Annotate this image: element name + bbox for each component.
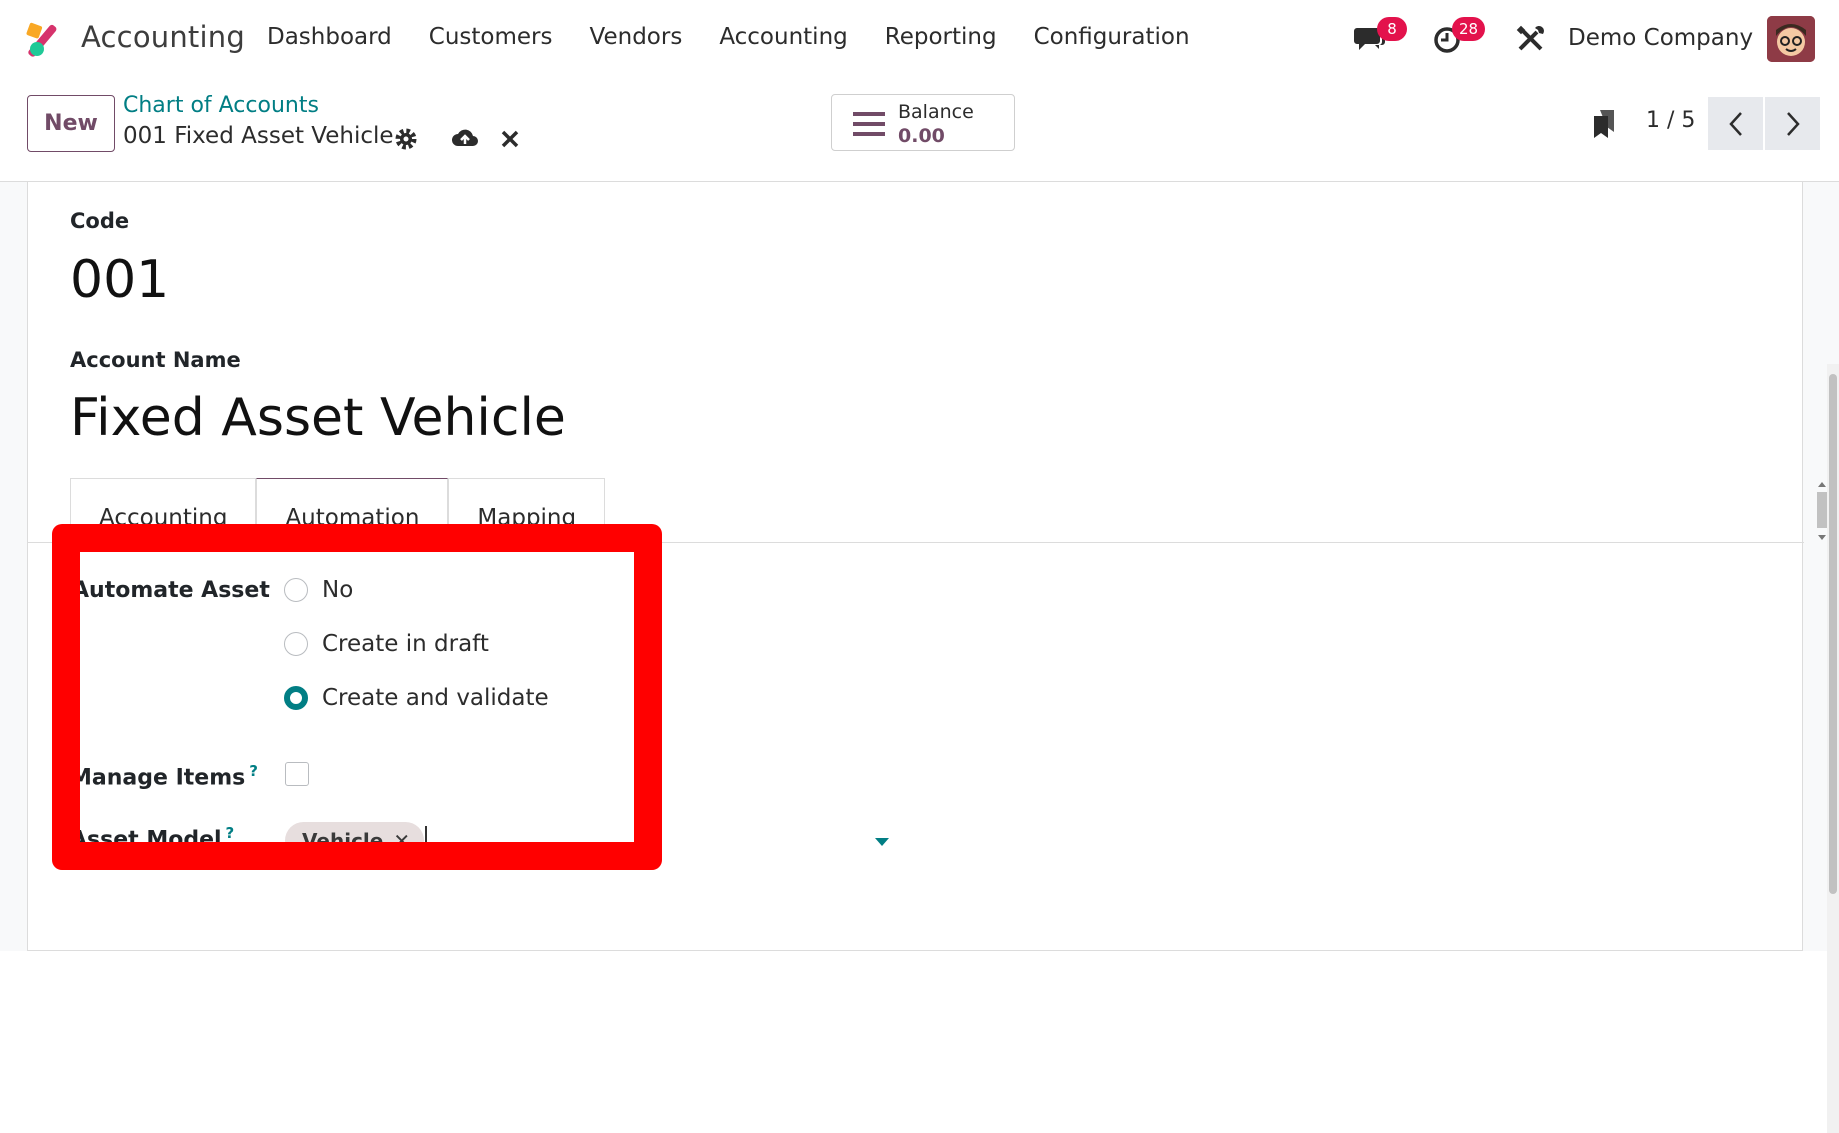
pager-next-button[interactable]	[1765, 97, 1820, 150]
accounting-app-logo[interactable]	[25, 20, 65, 60]
pager-previous-button[interactable]	[1708, 97, 1763, 150]
messages-count-badge: 8	[1377, 17, 1407, 41]
company-switcher[interactable]: Demo Company	[1568, 25, 1753, 51]
chevron-left-icon	[1728, 111, 1742, 136]
chevron-right-icon	[1786, 111, 1800, 136]
balance-smart-button[interactable]: Balance 0.00	[831, 94, 1015, 151]
menu-accounting[interactable]: Accounting	[719, 24, 847, 50]
main-menu: Dashboard Customers Vendors Accounting R…	[267, 24, 1227, 50]
dropdown-caret-icon[interactable]	[875, 838, 889, 846]
top-navbar: Accounting Dashboard Customers Vendors A…	[0, 0, 1839, 78]
code-input[interactable]: 001	[70, 250, 169, 310]
activities-count-badge: 28	[1452, 17, 1486, 41]
balance-label: Balance	[898, 101, 974, 123]
form-sheet: Code 001 Account Name Fixed Asset Vehicl…	[27, 182, 1827, 951]
form-view: Code 001 Account Name Fixed Asset Vehicl…	[0, 182, 1839, 1133]
menu-vendors[interactable]: Vendors	[590, 24, 683, 50]
debug-tools-icon[interactable]	[1515, 24, 1549, 54]
account-name-label: Account Name	[70, 348, 241, 372]
bars-icon	[853, 112, 885, 136]
user-avatar[interactable]	[1767, 16, 1815, 62]
menu-reporting[interactable]: Reporting	[885, 24, 997, 50]
breadcrumb-current-record: 001 Fixed Asset Vehicle	[123, 123, 394, 149]
account-name-input[interactable]: Fixed Asset Vehicle	[70, 388, 566, 448]
page-scrollbar[interactable]	[1827, 364, 1839, 1133]
app-name[interactable]: Accounting	[81, 20, 245, 54]
new-button[interactable]: New	[27, 95, 115, 152]
menu-dashboard[interactable]: Dashboard	[267, 24, 392, 50]
menu-configuration[interactable]: Configuration	[1034, 24, 1190, 50]
gear-icon[interactable]	[393, 126, 419, 152]
pager-value[interactable]: 1 / 5	[1646, 108, 1695, 133]
bookmark-icon[interactable]	[1592, 108, 1618, 140]
code-label: Code	[70, 209, 130, 233]
control-panel: New Chart of Accounts 001 Fixed Asset Ve…	[0, 78, 1839, 182]
menu-customers[interactable]: Customers	[429, 24, 553, 50]
save-cloud-icon[interactable]	[451, 125, 479, 151]
discard-close-icon[interactable]	[499, 128, 521, 150]
breadcrumb-chart-of-accounts[interactable]: Chart of Accounts	[123, 93, 319, 118]
highlight-annotation-box	[52, 524, 662, 870]
balance-value: 0.00	[898, 125, 945, 147]
